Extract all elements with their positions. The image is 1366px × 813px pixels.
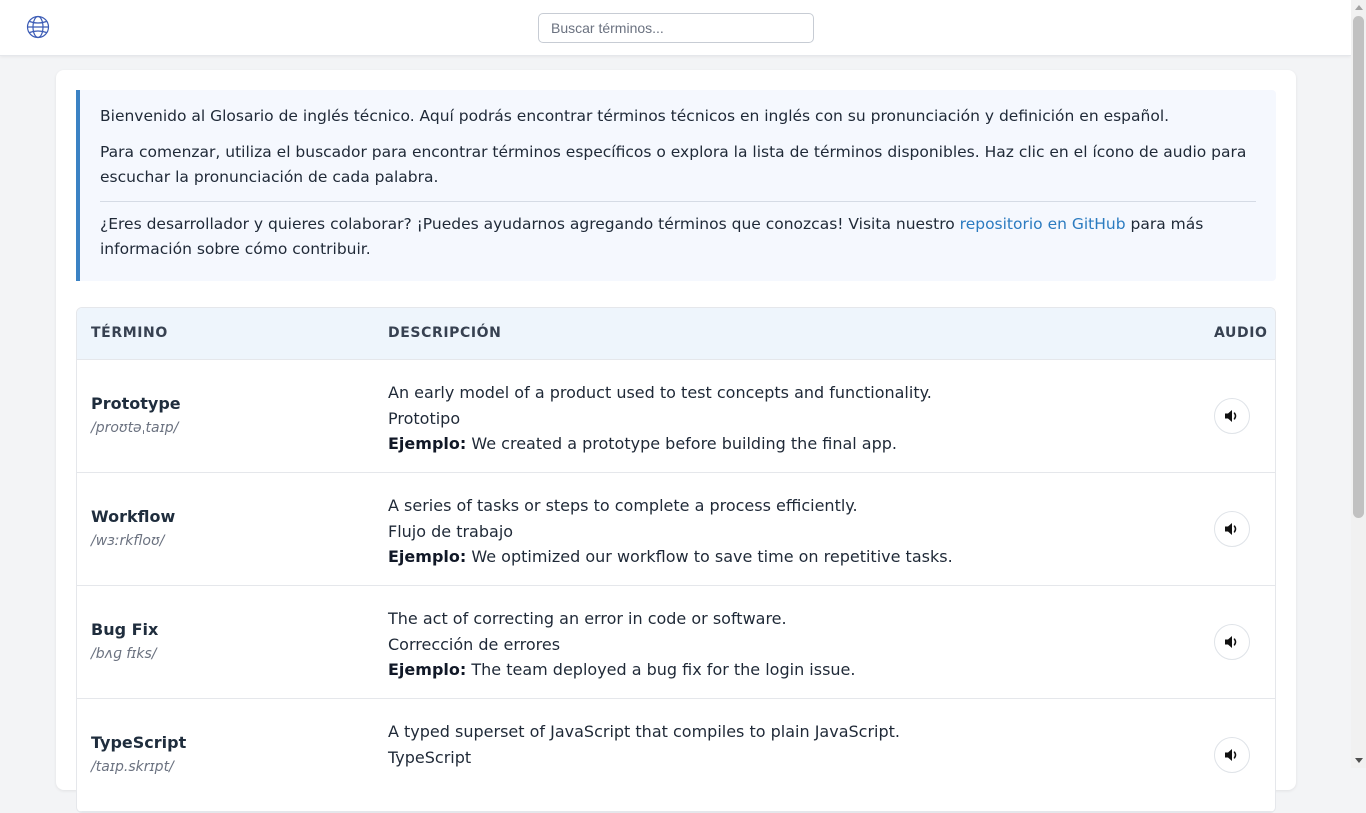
- scroll-up-icon[interactable]: [1355, 5, 1363, 10]
- example-text: We optimized our workflow to save time o…: [471, 547, 953, 566]
- example-text: We created a prototype before building t…: [471, 434, 898, 453]
- scroll-thumb[interactable]: [1353, 16, 1364, 518]
- term-description: A typed superset of JavaScript that comp…: [388, 719, 900, 770]
- page-scrollbar[interactable]: [1351, 0, 1366, 768]
- table-row: Prototype /proʊtəˌtaɪp/ An early model o…: [77, 360, 1275, 473]
- term-example: Ejemplo: We optimized our workflow to sa…: [388, 544, 953, 570]
- term-description: The act of correcting an error in code o…: [388, 606, 855, 683]
- intro-welcome: Bienvenido al Glosario de inglés técnico…: [100, 107, 1170, 125]
- play-audio-button[interactable]: [1214, 398, 1250, 434]
- scroll-down-icon[interactable]: [1355, 758, 1363, 763]
- example-label: Ejemplo:: [388, 660, 467, 679]
- intro-instructions: Para comenzar, utiliza el buscador para …: [100, 143, 1247, 186]
- main-card: Bienvenido al Glosario de inglés técnico…: [56, 70, 1296, 813]
- term-name: TypeScript: [91, 733, 187, 752]
- terms-table: TÉRMINO DESCRIPCIÓN AUDIO Prototype /pro…: [76, 307, 1276, 813]
- term-definition: An early model of a product used to test…: [388, 383, 932, 402]
- table-row: Bug Fix /bʌɡ fɪks/ The act of correcting…: [77, 586, 1275, 699]
- speaker-icon: [1225, 523, 1237, 535]
- term-translation: TypeScript: [388, 747, 472, 767]
- table-header: TÉRMINO DESCRIPCIÓN AUDIO: [77, 308, 1275, 360]
- example-label: Ejemplo:: [388, 547, 467, 566]
- speaker-icon: [1225, 636, 1237, 648]
- column-header-description: DESCRIPCIÓN: [388, 325, 502, 341]
- term-name: Bug Fix: [91, 620, 159, 639]
- intro-divider: [100, 201, 1256, 202]
- column-header-term: TÉRMINO: [91, 325, 168, 341]
- term-pronunciation: /wɜːrkfloʊ/: [91, 533, 165, 549]
- github-repo-link[interactable]: repositorio en GitHub: [960, 215, 1126, 233]
- collab-text-before: ¿Eres desarrollador y quieres colaborar?…: [100, 215, 960, 233]
- play-audio-button[interactable]: [1214, 624, 1250, 660]
- term-definition: A typed superset of JavaScript that comp…: [388, 722, 900, 741]
- term-translation: Flujo de trabajo: [388, 521, 514, 541]
- term-translation: Prototipo: [388, 408, 461, 428]
- term-translation: Corrección de errores: [388, 634, 561, 654]
- play-audio-button[interactable]: [1214, 511, 1250, 547]
- term-pronunciation: /taɪp.skrɪpt/: [91, 759, 174, 775]
- table-row: TypeScript /taɪp.skrɪpt/ A typed superse…: [77, 699, 1275, 812]
- column-header-audio: AUDIO: [1214, 325, 1268, 341]
- term-description: A series of tasks or steps to complete a…: [388, 493, 953, 570]
- intro-box: Bienvenido al Glosario de inglés técnico…: [76, 90, 1276, 281]
- term-description: An early model of a product used to test…: [388, 380, 932, 457]
- term-definition: The act of correcting an error in code o…: [388, 609, 787, 628]
- globe-icon[interactable]: [26, 15, 50, 39]
- intro-collab: ¿Eres desarrollador y quieres colaborar?…: [100, 212, 1256, 262]
- search-input[interactable]: [538, 13, 814, 43]
- table-row: Workflow /wɜːrkfloʊ/ A series of tasks o…: [77, 473, 1275, 586]
- term-name: Prototype: [91, 394, 181, 413]
- top-bar: [0, 0, 1351, 56]
- term-pronunciation: /bʌɡ fɪks/: [91, 646, 157, 662]
- term-pronunciation: /proʊtəˌtaɪp/: [91, 420, 179, 436]
- speaker-icon: [1225, 410, 1237, 422]
- example-text: The team deployed a bug fix for the logi…: [471, 660, 856, 679]
- example-label: Ejemplo:: [388, 434, 467, 453]
- term-name: Workflow: [91, 507, 176, 526]
- term-example: Ejemplo: The team deployed a bug fix for…: [388, 657, 855, 683]
- speaker-icon: [1225, 749, 1237, 761]
- term-definition: A series of tasks or steps to complete a…: [388, 496, 858, 515]
- term-example: Ejemplo: We created a prototype before b…: [388, 431, 932, 457]
